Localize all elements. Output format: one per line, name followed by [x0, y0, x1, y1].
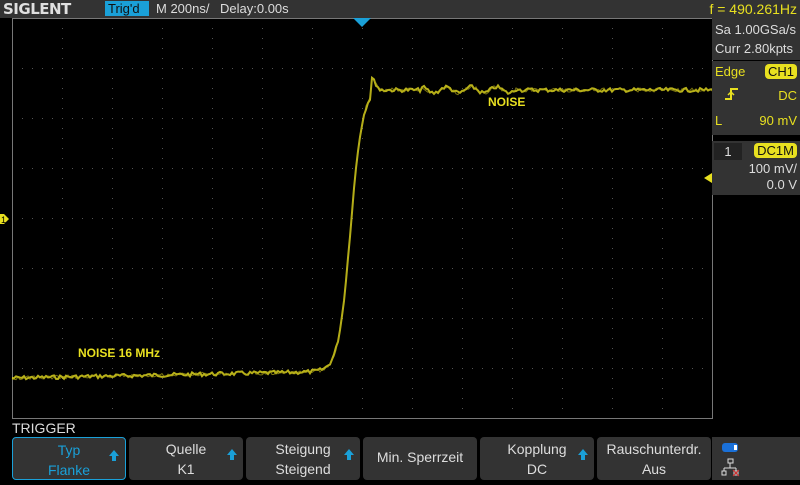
button-label: Quelle [165, 441, 207, 457]
delay[interactable]: Delay:0.00s [220, 0, 289, 18]
button-value: Flanke [47, 462, 91, 478]
button-value: Aus [641, 461, 667, 477]
trigger-position-marker[interactable] [353, 18, 371, 27]
channel1-panel[interactable]: 1 DC1M 100 mV/ 0.0 V [712, 141, 800, 195]
menu-button-2[interactable]: Steigung Steigend [246, 437, 360, 480]
channel1-marker-label: 1 [1, 215, 6, 225]
trigger-source-badge: CH1 [764, 64, 797, 79]
button-value: Steigend [275, 461, 331, 477]
annotation-noise-16mhz: NOISE 16 MHz [78, 346, 160, 360]
memory-depth: Curr 2.80kpts [715, 41, 794, 56]
trigger-coupling: DC [778, 88, 797, 103]
button-value: K1 [177, 461, 195, 477]
menu-button-1[interactable]: Quelle K1 [129, 437, 243, 480]
button-label: Min. Sperrzeit [376, 449, 464, 465]
waveform-display[interactable]: 1 NOISE NOISE 16 MHz [0, 18, 800, 420]
network-disconnected-icon [721, 458, 740, 477]
up-arrow-icon [578, 449, 588, 460]
button-label: Kopplung [507, 441, 567, 457]
menu-button-4[interactable]: Kopplung DC [480, 437, 594, 480]
trigger-level: 90 mV [759, 113, 797, 128]
up-arrow-icon [344, 449, 354, 460]
channel-offset: 0.0 V [766, 177, 797, 192]
channel1-trace-persistence [11, 77, 713, 381]
trigger-level-marker[interactable] [704, 173, 712, 183]
button-value: DC [526, 461, 548, 477]
annotation-noise: NOISE [488, 95, 525, 109]
top-bar: SIGLENT Trig'd M 200ns/ Delay:0.00s f = … [0, 0, 800, 18]
frequency-readout: f = 490.261Hz [709, 1, 797, 17]
menu-title: TRIGGER [12, 420, 76, 436]
brand-logo: SIGLENT [3, 0, 71, 18]
up-arrow-icon [109, 450, 119, 461]
menu-button-3[interactable]: Min. Sperrzeit [363, 437, 477, 480]
usb-icon [722, 443, 738, 452]
menu-button-0[interactable]: Typ Flanke [12, 437, 126, 480]
trigger-panel[interactable]: Edge CH1 DC L 90 mV [712, 61, 800, 135]
acquisition-panel: Sa 1.00GSa/s Curr 2.80kpts [712, 18, 800, 60]
channel-coupling-badge: DC1M [754, 143, 797, 158]
status-area [712, 437, 800, 480]
button-label: Steigung [275, 441, 331, 457]
timebase[interactable]: M 200ns/ [156, 0, 209, 18]
button-label: Rauschunterdr. [606, 441, 702, 457]
up-arrow-icon [227, 449, 237, 460]
trigger-status-badge: Trig'd [105, 1, 149, 16]
sample-rate: Sa 1.00GSa/s [715, 22, 796, 37]
menu-button-5[interactable]: Rauschunterdr. Aus [597, 437, 711, 480]
